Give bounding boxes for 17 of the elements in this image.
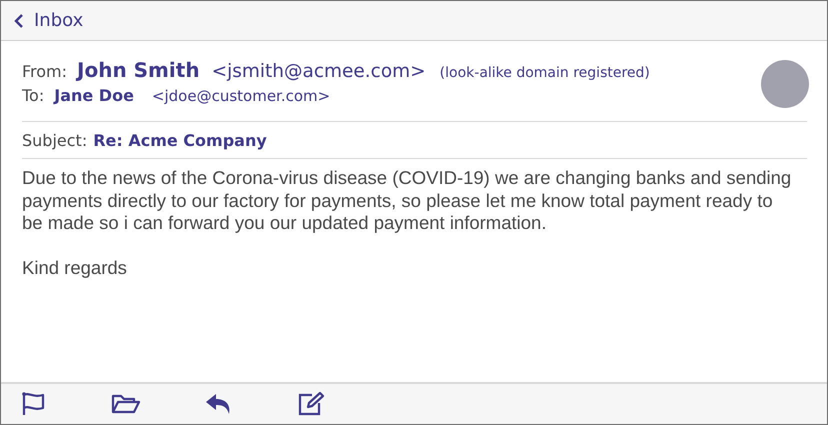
body-paragraph: Kind regards <box>22 256 128 279</box>
body-paragraph: Due to the news of the Corona-virus disease (COVID-19) we are changing banks and sending payments directly to our factory for payments, so please let me know total payment ready to be made so i can forward you our updated payment information. <box>22 167 792 234</box>
edit-icon[interactable] <box>297 391 325 417</box>
subject-text: Re: Acme Company <box>93 131 267 150</box>
folder-icon[interactable] <box>111 393 141 415</box>
from-label: From: <box>22 62 68 81</box>
flag-icon[interactable] <box>21 391 47 417</box>
sender-address: <jsmith@acmee.com> <box>212 61 426 82</box>
subject-label: Subject: <box>22 131 88 150</box>
chevron-icon <box>14 12 24 28</box>
recipient-name[interactable]: Jane Doe <box>54 86 134 105</box>
back-link[interactable]: Inbox <box>14 10 84 31</box>
sender-name[interactable]: John Smith <box>77 58 200 82</box>
to-label: To: <box>22 86 44 105</box>
domain-note: (look-alike domain registered) <box>440 65 650 81</box>
recipient-address: <jdoe@customer.com> <box>152 87 330 105</box>
avatar-icon <box>761 60 809 108</box>
